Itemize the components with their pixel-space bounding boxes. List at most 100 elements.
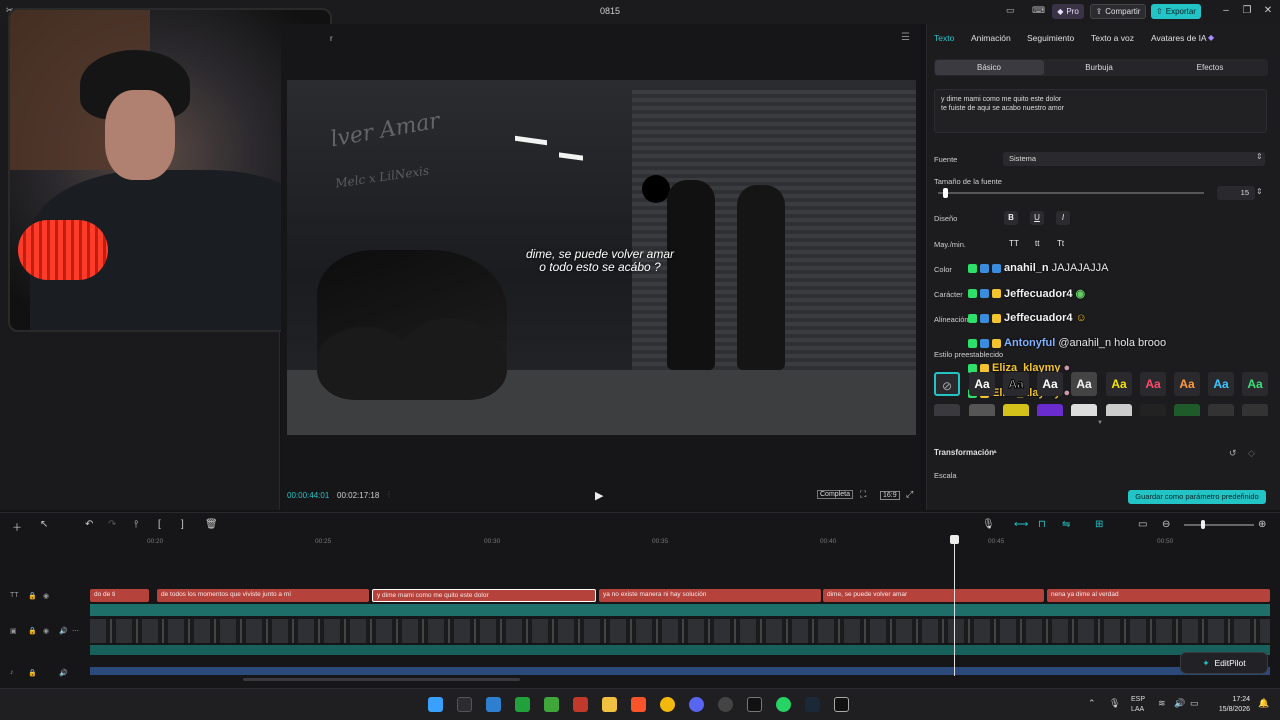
preset-style[interactable] [1106,404,1132,416]
preset-style[interactable] [1003,404,1029,416]
zoom-slider[interactable] [1184,524,1254,526]
text-clip-selected[interactable]: y dime mami como me quito este dolor [372,589,596,602]
uppercase-button[interactable]: TT [1009,239,1019,248]
obs-icon[interactable] [718,697,733,712]
tab-text-to-speech[interactable]: Texto a voz [1091,33,1134,43]
split-left-icon[interactable]: [ [158,519,161,530]
text-clip[interactable]: de todos los momentos que viviste junto … [157,589,369,602]
game-icon[interactable] [573,697,588,712]
add-icon[interactable]: ＋ [12,519,22,534]
preview-axis-icon[interactable]: ⊞ [1095,519,1103,530]
minimize-icon[interactable]: – [1219,5,1233,16]
discord-icon[interactable] [689,697,704,712]
crop-icon[interactable]: ⛶ [860,489,866,500]
more-icon[interactable]: ⋯ [72,627,79,635]
xbox-icon[interactable] [515,697,530,712]
bold-button[interactable]: B [1004,211,1018,225]
lock-icon[interactable]: 🔒 [28,592,37,600]
zoom-in-icon[interactable]: ⊕ [1258,519,1266,530]
preset-style[interactable]: Aa [1208,372,1234,396]
tab-tracking[interactable]: Seguimiento [1027,33,1074,43]
eye-icon[interactable]: ◉ [43,592,49,600]
effect-track[interactable] [90,604,1270,616]
audio-clip[interactable] [90,667,1270,675]
menu-icon[interactable]: ☰ [901,32,910,43]
shortcuts-icon[interactable]: ⌨ [1032,5,1045,16]
input-layout[interactable]: LAA [1131,706,1144,713]
video-clip[interactable] [90,619,1270,643]
battery-icon[interactable]: ▭ [1190,698,1199,709]
windows-start-icon[interactable] [428,697,443,712]
clock-time[interactable]: 17:24 [1210,696,1250,703]
maximize-icon[interactable]: ❐ [1240,5,1254,16]
quality-button[interactable]: Completa [817,490,853,499]
wifi-icon[interactable]: ≋ [1158,698,1166,709]
redo-icon[interactable]: ↷ [108,519,116,530]
text-clip[interactable]: dime, se puede volver amar [823,589,1044,602]
lock-icon[interactable]: 🔒 [28,669,37,677]
font-size-input[interactable]: 15 [1217,186,1255,200]
font-select[interactable]: Sistema [1003,152,1265,166]
preset-style[interactable]: Aa [1106,372,1132,396]
timeline-mark-icon[interactable]: ⦙ [388,490,390,500]
pro-button[interactable]: ◆ Pro [1052,4,1084,19]
underline-button[interactable]: U [1030,211,1044,225]
store-icon[interactable] [486,697,501,712]
tab-animation[interactable]: Animación [971,33,1011,43]
split-icon[interactable]: ⫯ [134,519,138,530]
input-language[interactable]: ESP [1131,696,1145,703]
ratio-button[interactable]: 16:9 [880,491,900,500]
stepper-icon[interactable]: ⇕ [1256,187,1263,196]
steam-icon[interactable] [805,697,820,712]
clock-date[interactable]: 15/8/2026 [1210,706,1250,713]
preset-style[interactable] [1242,404,1268,416]
chrome-icon[interactable] [660,697,675,712]
text-clip[interactable]: do de ti [90,589,149,602]
preset-style[interactable]: Aa [1242,372,1268,396]
preset-style[interactable] [1140,404,1166,416]
share-button[interactable]: ⇪ Compartir [1090,4,1146,19]
delete-icon[interactable]: 🗑 [205,519,218,530]
preset-style[interactable]: Aa [969,372,995,396]
transform-section-label[interactable]: Transformación [934,448,994,457]
keyframe-icon[interactable]: ◇ [1248,448,1255,459]
capcut-icon[interactable] [747,697,762,712]
volume-icon[interactable]: 🔊 [1174,698,1185,709]
tab-text[interactable]: Texto [934,33,954,43]
preset-none[interactable]: ⊘ [934,372,960,396]
preset-style[interactable] [969,404,995,416]
playhead-handle[interactable] [950,535,959,544]
select-tool-icon[interactable]: ↖ [40,519,48,530]
preset-style[interactable] [1208,404,1234,416]
preset-style[interactable]: Aa [1003,372,1029,396]
speaker-icon[interactable]: 🔊 [59,627,68,635]
chevron-up-icon[interactable]: ▲ [992,449,998,455]
preset-style[interactable]: Aa [1037,372,1063,396]
zoom-out-icon[interactable]: ⊖ [1162,519,1170,530]
close-icon[interactable]: ✕ [1261,5,1275,16]
speaker-icon[interactable]: 🔊 [59,669,68,677]
widgets-icon[interactable] [457,697,472,712]
italic-button[interactable]: I [1056,211,1070,225]
text-clip[interactable]: nena ya dime al verdad [1047,589,1270,602]
undo-icon[interactable]: ↶ [85,519,93,530]
zoom-handle[interactable] [1201,520,1205,529]
magnet-icon[interactable]: ⊓ [1038,519,1046,530]
tab-ai-avatars[interactable]: Avatares de IA [1151,33,1207,43]
lock-icon[interactable]: 🔒 [28,627,37,635]
whatsapp-icon[interactable] [776,697,791,712]
preset-style[interactable] [1174,404,1200,416]
preset-style[interactable]: Aa [1071,372,1097,396]
save-preset-button[interactable]: Guardar como parámetro predefinido [1128,490,1266,504]
notification-icon[interactable]: 🔔 [1258,698,1269,709]
snap-icon[interactable]: ⇋ [1062,519,1070,530]
editpilot-button[interactable]: ✦ EditPilot [1180,652,1268,674]
reset-icon[interactable]: ↺ [1229,448,1237,459]
text-clip[interactable]: ya no existe manera ni hay solución [599,589,821,602]
playhead[interactable] [954,536,955,676]
preset-style[interactable] [934,404,960,416]
split-right-icon[interactable]: ] [181,519,184,530]
fullscreen-icon[interactable]: ⤢ [906,489,913,500]
play-icon[interactable]: ▶ [595,489,603,502]
layout-icon[interactable]: ▭ [1006,5,1015,16]
